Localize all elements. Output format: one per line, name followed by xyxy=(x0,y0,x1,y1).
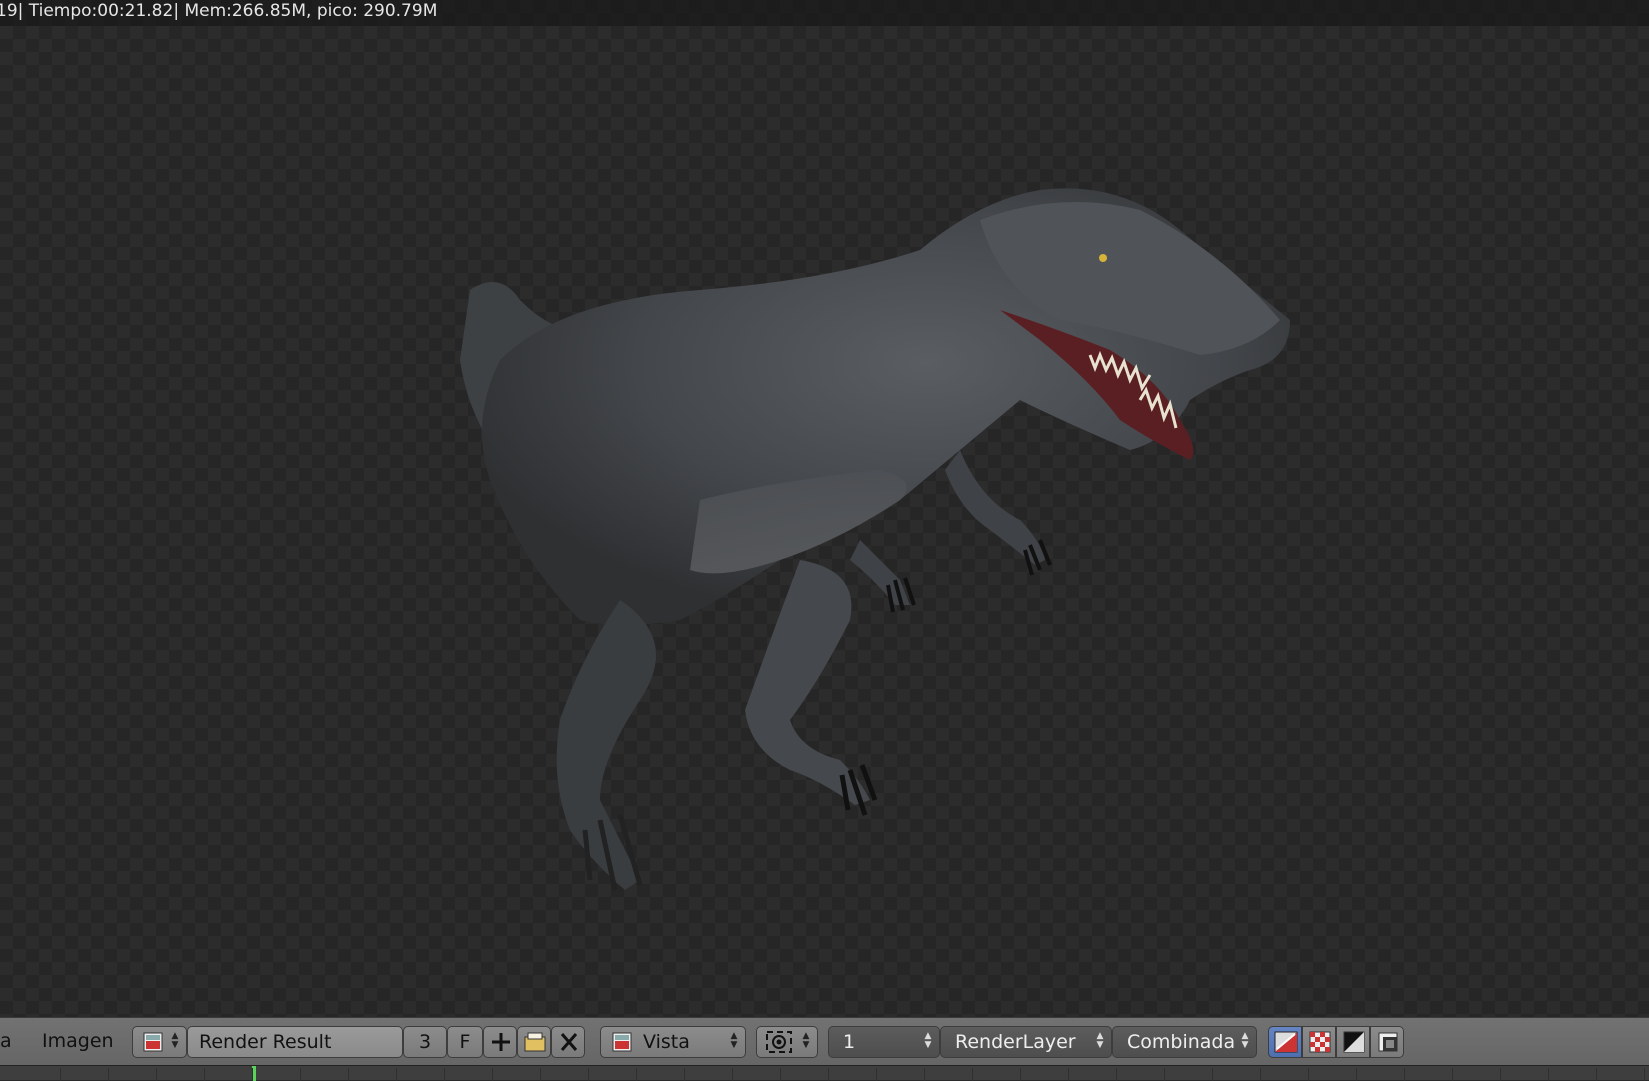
menu-image[interactable]: Imagen xyxy=(42,1030,114,1052)
unlink-image-button[interactable] xyxy=(551,1026,585,1058)
timeline-tick xyxy=(1644,1068,1645,1081)
timeline-tick xyxy=(1548,1068,1549,1081)
timeline-tick xyxy=(924,1068,925,1081)
checker-icon xyxy=(1309,1031,1331,1053)
timeline-tick xyxy=(156,1068,157,1081)
render-info-text: 19| Tiempo:00:21.82| Mem:266.85M, pico: … xyxy=(0,1,438,21)
timeline-tick xyxy=(252,1068,253,1081)
timeline-tick xyxy=(588,1068,589,1081)
image-viewport[interactable]: 19| Tiempo:00:21.82| Mem:266.85M, pico: … xyxy=(0,0,1649,1017)
menu-partial[interactable]: a xyxy=(0,1030,12,1052)
timeline-tick xyxy=(780,1068,781,1081)
timeline-tick xyxy=(1212,1068,1213,1081)
channel-icon xyxy=(1378,1032,1398,1052)
timeline-tick xyxy=(1308,1068,1309,1081)
x-icon xyxy=(560,1033,578,1051)
updown-arrows-icon: ▲ ▼ xyxy=(924,1031,932,1050)
updown-arrows-icon: ▲ ▼ xyxy=(802,1031,810,1050)
timeline-tick xyxy=(1404,1068,1405,1081)
timeline-tick xyxy=(1260,1068,1261,1081)
z-buffer-icon xyxy=(1343,1031,1365,1053)
color-alpha-icon xyxy=(1274,1031,1298,1053)
timeline-tick xyxy=(876,1068,877,1081)
user-count-field[interactable]: 3 xyxy=(403,1026,447,1058)
timeline-tick xyxy=(1020,1068,1021,1081)
timeline-tick xyxy=(60,1068,61,1081)
timeline-tick xyxy=(444,1068,445,1081)
new-image-button[interactable] xyxy=(483,1026,517,1058)
image-icon xyxy=(143,1032,163,1052)
draw-channel-button[interactable] xyxy=(1370,1026,1404,1058)
timeline-tick xyxy=(348,1068,349,1081)
timeline-tick xyxy=(108,1068,109,1081)
updown-arrows-icon: ▲ ▼ xyxy=(1096,1031,1104,1050)
timeline-tick xyxy=(972,1068,973,1081)
timeline-tick xyxy=(1500,1068,1501,1081)
timeline-tick xyxy=(204,1068,205,1081)
timeline-tick xyxy=(732,1068,733,1081)
render-result-image xyxy=(460,188,1290,891)
timeline-tick xyxy=(828,1068,829,1081)
render-layer-select[interactable]: RenderLayer ▲ ▼ xyxy=(940,1026,1112,1058)
plus-icon xyxy=(492,1033,510,1051)
timeline-tick xyxy=(636,1068,637,1081)
updown-arrows-icon: ▲ ▼ xyxy=(1241,1031,1249,1050)
timeline-tick xyxy=(300,1068,301,1081)
timeline-tick xyxy=(1452,1068,1453,1081)
draw-zbuffer-button[interactable] xyxy=(1336,1026,1370,1058)
fake-user-button[interactable]: F xyxy=(447,1026,483,1058)
camera-view-button[interactable]: ▲ ▼ xyxy=(756,1026,818,1058)
timeline-tick xyxy=(396,1068,397,1081)
image-icon xyxy=(612,1032,632,1052)
timeline-tick xyxy=(540,1068,541,1081)
draw-alpha-button[interactable] xyxy=(1302,1026,1336,1058)
timeline-tick xyxy=(1068,1068,1069,1081)
folder-icon xyxy=(524,1032,546,1052)
timeline-tick xyxy=(1356,1068,1357,1081)
image-name-field[interactable]: Render Result xyxy=(187,1026,403,1058)
slot-select[interactable]: 1 ▲ ▼ xyxy=(828,1026,940,1058)
timeline-strip[interactable] xyxy=(0,1065,1649,1081)
open-image-button[interactable] xyxy=(517,1026,551,1058)
timeline-tick xyxy=(684,1068,685,1081)
image-editor-header: a Imagen ▲ ▼ Render Result 3 F Vista ▲ ▼… xyxy=(0,1017,1649,1065)
updown-arrows-icon: ▲ ▼ xyxy=(730,1031,738,1050)
timeline-tick xyxy=(1164,1068,1165,1081)
image-browse-button[interactable]: ▲ ▼ xyxy=(132,1026,187,1058)
timeline-tick xyxy=(1116,1068,1117,1081)
draw-color-alpha-button[interactable] xyxy=(1268,1026,1302,1058)
render-pass-select[interactable]: Combinada ▲ ▼ xyxy=(1112,1026,1257,1058)
timeline-tick xyxy=(492,1068,493,1081)
view-select[interactable]: Vista ▲ ▼ xyxy=(600,1026,746,1058)
updown-arrows-icon: ▲ ▼ xyxy=(171,1031,179,1050)
render-info-bar: 19| Tiempo:00:21.82| Mem:266.85M, pico: … xyxy=(0,0,1649,26)
timeline-tick xyxy=(1596,1068,1597,1081)
camera-icon xyxy=(766,1031,792,1053)
